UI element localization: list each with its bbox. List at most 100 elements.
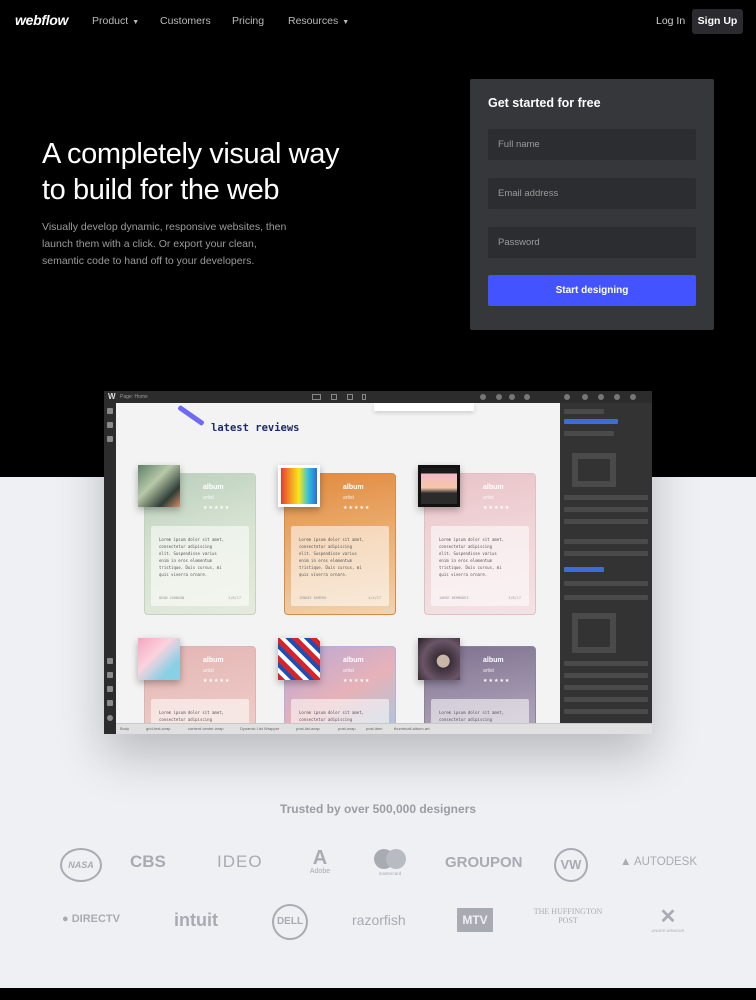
start-designing-button[interactable]: Start designing (488, 275, 696, 306)
panel-row (564, 581, 648, 586)
help-icon (107, 700, 113, 706)
full-name-field[interactable]: Full name (488, 129, 696, 160)
card-text-line: tristique. Duis cursus, mi (159, 565, 222, 570)
ideo-logo: IDEO (217, 852, 263, 871)
card-text-line: Lorem ipsum dolor sit amet, (299, 710, 365, 715)
under-armour-logo: ✕ UNDER ARMOUR (648, 906, 688, 933)
card-text-line: quis viverra ornare. (439, 572, 488, 577)
card-body: Lorem ipsum dolor sit amet, consectetur … (291, 699, 389, 723)
autodesk-wordmark: AUTODESK (633, 856, 698, 868)
card-text-line: Lorem ipsum dolor sit amet, (299, 537, 365, 542)
breadcrumb-item: Body (120, 726, 130, 731)
card-text-line: consectetur adipiscing (159, 544, 212, 549)
album-thumbnail (138, 638, 180, 680)
card-text: Lorem ipsum dolor sit amet, consectetur … (159, 536, 245, 578)
card-date: 2/6/17 (228, 596, 241, 600)
card-artist: artist (483, 495, 494, 501)
card-author: DEAN JOHNSON (159, 596, 185, 600)
card-body: Lorem ipsum dolor sit amet, consectetur … (151, 699, 249, 723)
card-text-line: consectetur adipiscing (439, 544, 492, 549)
card-text-line: elit. Suspendisse varius (159, 551, 217, 556)
tablet-icon (331, 394, 337, 400)
card-text-line: consectetur adipiscing (299, 717, 352, 722)
breadcrumb-item: content-center-wrap (188, 726, 224, 731)
reviews-title: latest reviews (211, 422, 300, 434)
designer-topbar: W Page: Home (104, 391, 652, 403)
card-text-line: Lorem ipsum dolor sit amet, (159, 537, 225, 542)
nav-customers[interactable]: Customers (160, 15, 211, 27)
subtext-line: launch them with a click. Or export your… (42, 238, 257, 250)
album-thumbnail (418, 465, 460, 507)
album-thumbnail (138, 465, 180, 507)
card-artist: artist (343, 668, 354, 674)
undo-icon (480, 394, 486, 400)
nav-product-label: Product (92, 15, 129, 27)
breadcrumb-item: post-item (366, 726, 383, 731)
brush-icon (564, 394, 570, 400)
headline-line: A completely visual way (42, 138, 340, 170)
hero-subtext: Visually develop dynamic, responsive web… (42, 219, 322, 270)
subtext-line: Visually develop dynamic, responsive web… (42, 221, 287, 233)
card-artist: artist (203, 495, 214, 501)
position-box-icon (572, 613, 616, 653)
preview-icon (496, 394, 502, 400)
assets-icon (107, 672, 113, 678)
email-field[interactable]: Email address (488, 178, 696, 209)
pages-icon (107, 436, 113, 442)
under-armour-wordmark: UNDER ARMOUR (651, 928, 685, 933)
code-icon (509, 394, 515, 400)
login-link[interactable]: Log In (656, 15, 685, 27)
panel-row (564, 409, 604, 414)
adobe-icon: A (312, 847, 328, 869)
nav-pricing[interactable]: Pricing (232, 15, 264, 27)
nav-product[interactable]: Product ▼ (92, 15, 139, 27)
hero-headline: A completely visual way to build for the… (42, 136, 422, 208)
card-text-line: consectetur adipiscing (299, 544, 352, 549)
panel-row (564, 551, 648, 556)
panel-row (564, 495, 648, 500)
breadcrumb-item: post-list-wrap (296, 726, 320, 731)
password-field[interactable]: Password (488, 227, 696, 258)
layout-box-icon (572, 453, 616, 487)
position-field (564, 567, 604, 572)
signup-button[interactable]: Sign Up (692, 9, 743, 34)
card-artist: artist (203, 668, 214, 674)
breadcrumb-item: post-wrap (338, 726, 356, 731)
card-album: album (203, 484, 224, 491)
panel-row (564, 519, 648, 524)
intuit-logo: intuit (174, 910, 218, 930)
card-text: Lorem ipsum dolor sit amet, consectetur … (439, 709, 525, 723)
directv-icon: ● (62, 913, 72, 925)
panel-row (564, 709, 648, 714)
gear-icon (582, 394, 588, 400)
webflow-logo[interactable]: webflow (15, 12, 68, 28)
panel-row (564, 661, 648, 666)
page-selector: Page: Home (120, 394, 148, 400)
clock-icon (107, 715, 113, 721)
card-text-line: enim in eros elementum (439, 558, 492, 563)
card-date: 3/8/17 (508, 596, 521, 600)
navigator-icon (107, 422, 113, 428)
card-text-line: tristique. Duis cursus, mi (439, 565, 502, 570)
card-artist: artist (483, 668, 494, 674)
designer-logo: W (108, 392, 116, 401)
selector-field (564, 419, 618, 424)
breadcrumb-item: thumbnail-album-art (394, 726, 430, 731)
card-album: album (203, 657, 224, 664)
add-icon (107, 408, 113, 414)
landscape-phone-icon (347, 394, 353, 400)
panel-row (564, 673, 648, 678)
panel-row (564, 539, 648, 544)
mastercard-icon (374, 849, 406, 869)
nav-resources[interactable]: Resources ▼ (288, 15, 349, 27)
top-nav: webflow Product ▼ Customers Pricing Resou… (0, 0, 756, 42)
card-stars: ★★★★★ (483, 678, 511, 684)
card-stars: ★★★★★ (203, 678, 231, 684)
panel-row (564, 507, 648, 512)
card-album: album (483, 657, 504, 664)
card-author: JENNIE ROMERO (299, 596, 327, 600)
card-date: 4/4/17 (368, 596, 381, 600)
trusted-heading: Trusted by over 500,000 designers (279, 802, 477, 816)
interactions-icon (614, 394, 620, 400)
signup-form: Get started for free Full name Email add… (470, 79, 714, 330)
